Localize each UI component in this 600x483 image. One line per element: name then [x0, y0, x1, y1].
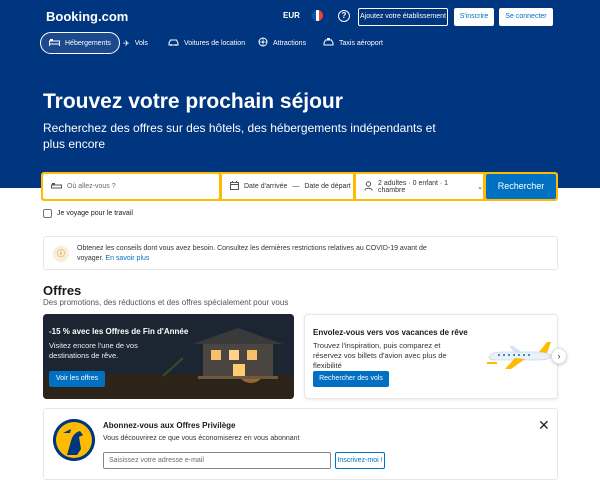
bed-icon: [51, 182, 62, 192]
email-field[interactable]: Saisissez votre adresse e-mail: [103, 452, 331, 469]
page-title: Trouvez votre prochain séjour: [43, 90, 343, 113]
offers-subtitle: Des promotions, des réductions et des of…: [43, 298, 289, 307]
help-icon[interactable]: ?: [338, 10, 350, 22]
attraction-icon: [258, 37, 268, 49]
nav-item-voitures[interactable]: Voitures de location: [160, 32, 253, 54]
search-flights-button[interactable]: Rechercher des vols: [313, 371, 389, 387]
covid-learn-more-link[interactable]: En savoir plus: [105, 255, 149, 262]
booking-logo[interactable]: Booking.com: [46, 9, 128, 24]
top-bar: Booking.com EUR ? Ajoutez votre établiss…: [0, 0, 600, 32]
bed-icon: [49, 38, 60, 48]
work-travel-label: Je voyage pour le travail: [57, 210, 133, 217]
nav-label: Vols: [134, 39, 148, 47]
see-offers-button[interactable]: Voir les offres: [49, 371, 105, 387]
offer-card-title: -15 % avec les Offres de Fin d'Année: [49, 327, 189, 336]
main-nav: Hébergements ✈ Vols Voitures de location…: [0, 32, 600, 54]
newsletter-title: Abonnez-vous aux Offres Privilège: [103, 421, 236, 430]
subscribe-button[interactable]: Inscrivez-moi !: [335, 452, 385, 469]
destination-field[interactable]: Où allez-vous ?: [43, 174, 219, 199]
nav-label: Hébergements: [65, 39, 111, 47]
close-icon[interactable]: ✕: [538, 418, 550, 432]
person-icon: [364, 180, 373, 193]
offer-card-text: Trouvez l'inspiration, puis comparez et …: [313, 341, 447, 370]
calendar-icon: [230, 181, 239, 192]
plane-icon: ✈: [123, 38, 130, 48]
nav-item-taxis[interactable]: Taxis aéroport: [315, 32, 391, 54]
checkout-label: Date de départ: [304, 183, 351, 190]
offer-card-text: Visitez encore l'une de vos destinations…: [49, 341, 138, 360]
dates-field[interactable]: Date d'arrivée — Date de départ: [222, 174, 353, 199]
nav-item-vols[interactable]: ✈ Vols: [115, 32, 156, 54]
carousel-next-button[interactable]: ›: [551, 348, 567, 364]
register-button[interactable]: S'inscrire: [454, 8, 494, 26]
nav-item-attractions[interactable]: Attractions: [250, 32, 314, 54]
offers-title: Offres: [43, 283, 82, 298]
airplane-illustration-icon: [487, 342, 552, 369]
offer-card-title: Envolez-vous vers vos vacances de rêve: [313, 328, 468, 337]
work-travel-checkbox[interactable]: [43, 209, 52, 218]
destination-placeholder: Où allez-vous ?: [67, 183, 116, 190]
newsletter-text: Vous découvrirez ce que vous économisere…: [103, 435, 300, 442]
covid-text: Obtenez les conseils dont vous avez beso…: [77, 244, 437, 264]
occupancy-field[interactable]: 2 adultes · 0 enfant · 1 chambre ⌄: [356, 174, 483, 199]
nav-item-hebergements[interactable]: Hébergements: [40, 32, 120, 54]
info-icon: ⓘ: [53, 246, 69, 262]
nav-label: Voitures de location: [184, 39, 246, 47]
offer-card-end-of-year[interactable]: -15 % avec les Offres de Fin d'Année Vis…: [43, 314, 294, 399]
language-flag-icon[interactable]: [312, 10, 323, 21]
page-subtitle: Recherchez des offres sur des hôtels, de…: [43, 121, 436, 151]
nav-label: Taxis aéroport: [339, 39, 383, 47]
checkin-label: Date d'arrivée: [244, 183, 288, 190]
date-separator: —: [292, 183, 300, 190]
login-button[interactable]: Se connecter: [499, 8, 553, 26]
offer-card-flights[interactable]: Envolez-vous vers vos vacances de rêve T…: [304, 314, 558, 399]
search-bar: Où allez-vous ? Date d'arrivée — Date de…: [41, 172, 558, 201]
occupancy-label: 2 adultes · 0 enfant · 1 chambre: [378, 179, 449, 194]
search-button[interactable]: Rechercher: [486, 174, 556, 199]
car-icon: [168, 38, 179, 48]
currency-selector[interactable]: EUR: [283, 11, 300, 20]
covid-notice: ⓘ Obtenez les conseils dont vous avez be…: [43, 236, 558, 270]
add-property-button[interactable]: Ajoutez votre établissement: [358, 8, 448, 26]
taxi-icon: [323, 38, 334, 48]
nav-label: Attractions: [273, 39, 307, 47]
newsletter-banner: Abonnez-vous aux Offres Privilège Vous d…: [43, 408, 558, 480]
work-travel-option[interactable]: Je voyage pour le travail: [43, 209, 133, 218]
genius-mascot-icon: [53, 419, 95, 461]
chevron-down-icon: ⌄: [477, 183, 483, 191]
